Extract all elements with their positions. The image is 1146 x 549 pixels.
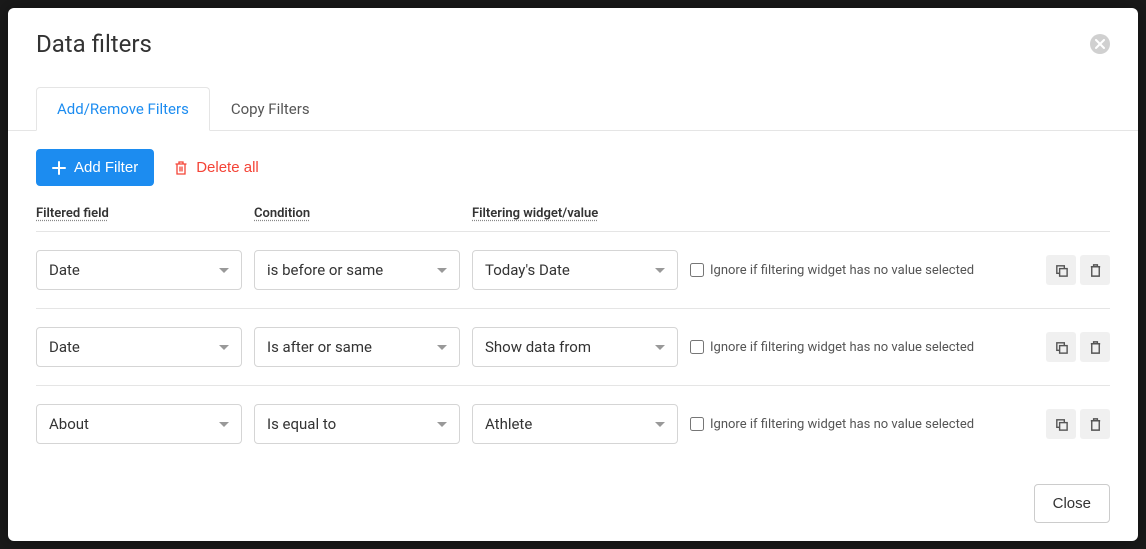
tab-add-remove-filters[interactable]: Add/Remove Filters: [36, 87, 210, 131]
filtered-field-value: Date: [49, 261, 80, 279]
column-header-value: Filtering widget/value: [472, 206, 678, 221]
row-actions: [1040, 332, 1110, 362]
filtering-value-select[interactable]: Today's Date: [472, 250, 678, 290]
duplicate-row-button[interactable]: [1046, 332, 1076, 362]
trash-icon: [174, 161, 188, 175]
row-actions: [1040, 409, 1110, 439]
row-actions: [1040, 255, 1110, 285]
ignore-checkbox-wrap[interactable]: Ignore if filtering widget has no value …: [690, 263, 1028, 278]
ignore-checkbox[interactable]: [690, 263, 704, 277]
filtering-value: Athlete: [485, 415, 532, 433]
filtering-value: Show data from: [485, 338, 591, 356]
filtering-value-select[interactable]: Athlete: [472, 404, 678, 444]
filtered-field-value: About: [49, 415, 89, 433]
filtered-field-select[interactable]: Date: [36, 250, 242, 290]
chevron-down-icon: [655, 345, 665, 350]
modal-footer: Close: [8, 470, 1138, 541]
filters-area: Filtered field Condition Filtering widge…: [8, 202, 1138, 462]
chevron-down-icon: [437, 422, 447, 427]
data-filters-modal: Data filters Add/Remove Filters Copy Fil…: [8, 8, 1138, 541]
condition-select[interactable]: Is after or same: [254, 327, 460, 367]
tab-copy-filters[interactable]: Copy Filters: [210, 87, 331, 131]
filtered-field-select[interactable]: Date: [36, 327, 242, 367]
column-header-condition: Condition: [254, 206, 460, 221]
filtering-value-select[interactable]: Show data from: [472, 327, 678, 367]
filter-row: Date is before or same Today's Date Igno…: [36, 232, 1110, 309]
filter-row: About Is equal to Athlete Ignore if filt…: [36, 386, 1110, 462]
chevron-down-icon: [219, 345, 229, 350]
duplicate-row-button[interactable]: [1046, 255, 1076, 285]
modal-title: Data filters: [36, 30, 152, 58]
modal-header: Data filters: [8, 8, 1138, 68]
ignore-checkbox[interactable]: [690, 340, 704, 354]
chevron-down-icon: [219, 268, 229, 273]
condition-select[interactable]: Is equal to: [254, 404, 460, 444]
close-icon: [1095, 39, 1105, 49]
filtering-value: Today's Date: [485, 261, 570, 279]
add-filter-button[interactable]: Add Filter: [36, 149, 154, 186]
trash-icon: [1088, 340, 1103, 355]
filtered-field-value: Date: [49, 338, 80, 356]
delete-row-button[interactable]: [1080, 332, 1110, 362]
chevron-down-icon: [437, 268, 447, 273]
delete-row-button[interactable]: [1080, 409, 1110, 439]
copy-icon: [1054, 340, 1069, 355]
copy-icon: [1054, 417, 1069, 432]
delete-all-button[interactable]: Delete all: [174, 159, 259, 176]
chevron-down-icon: [437, 345, 447, 350]
filter-row: Date Is after or same Show data from Ign…: [36, 309, 1110, 386]
ignore-checkbox-wrap[interactable]: Ignore if filtering widget has no value …: [690, 417, 1028, 432]
chevron-down-icon: [219, 422, 229, 427]
delete-all-label: Delete all: [196, 159, 259, 176]
column-header-field: Filtered field: [36, 206, 242, 221]
tabs: Add/Remove Filters Copy Filters: [8, 86, 1138, 131]
filtered-field-select[interactable]: About: [36, 404, 242, 444]
close-icon-button[interactable]: [1090, 34, 1110, 54]
condition-value: Is after or same: [267, 338, 372, 356]
add-filter-label: Add Filter: [74, 159, 138, 176]
ignore-label: Ignore if filtering widget has no value …: [710, 417, 974, 432]
close-button[interactable]: Close: [1034, 484, 1110, 523]
plus-icon: [52, 161, 66, 175]
condition-value: Is equal to: [267, 415, 336, 433]
ignore-checkbox-wrap[interactable]: Ignore if filtering widget has no value …: [690, 340, 1028, 355]
copy-icon: [1054, 263, 1069, 278]
delete-row-button[interactable]: [1080, 255, 1110, 285]
duplicate-row-button[interactable]: [1046, 409, 1076, 439]
condition-value: is before or same: [267, 261, 383, 279]
condition-select[interactable]: is before or same: [254, 250, 460, 290]
ignore-checkbox[interactable]: [690, 417, 704, 431]
toolbar: Add Filter Delete all: [8, 131, 1138, 202]
ignore-label: Ignore if filtering widget has no value …: [710, 340, 974, 355]
trash-icon: [1088, 417, 1103, 432]
ignore-label: Ignore if filtering widget has no value …: [710, 263, 974, 278]
chevron-down-icon: [655, 422, 665, 427]
trash-icon: [1088, 263, 1103, 278]
chevron-down-icon: [655, 268, 665, 273]
column-headers: Filtered field Condition Filtering widge…: [36, 202, 1110, 232]
